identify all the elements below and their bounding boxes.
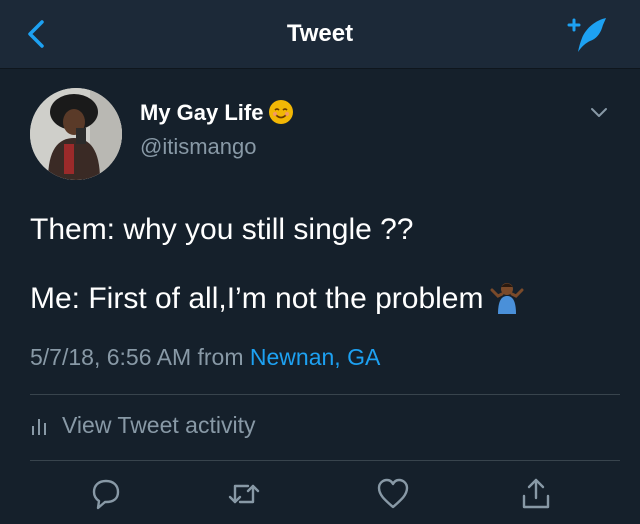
- tweet-text-line: Me: First of all,I’m not the problem: [30, 280, 524, 316]
- divider: [30, 394, 620, 395]
- page-title: Tweet: [286, 20, 354, 47]
- author-handle[interactable]: @itismango: [140, 134, 257, 160]
- view-tweet-activity-label: View Tweet activity: [62, 412, 256, 438]
- compose-tweet-icon[interactable]: [566, 14, 612, 56]
- tweet-text-line-content: Me: First of all,I’m not the problem: [30, 282, 484, 315]
- avatar-photo: [30, 88, 122, 180]
- bar-chart-icon: [32, 419, 46, 435]
- divider: [30, 460, 620, 461]
- avatar[interactable]: [30, 88, 122, 180]
- retweet-icon[interactable]: [226, 476, 262, 512]
- tweet-location-link[interactable]: Newnan, GA: [250, 344, 380, 370]
- tweet-timestamp: 5/7/18, 6:56 AM from: [30, 344, 244, 370]
- author-display-name[interactable]: My Gay Life: [140, 100, 294, 126]
- reply-icon[interactable]: [88, 476, 124, 512]
- like-icon[interactable]: [375, 476, 411, 512]
- top-navigation-bar: Tweet: [0, 0, 640, 69]
- tweet-metadata: 5/7/18, 6:56 AM from Newnan, GA: [30, 344, 380, 371]
- tweet-text-line: Them: why you still single ??: [30, 213, 414, 246]
- display-name-text: My Gay Life: [140, 100, 264, 125]
- share-icon[interactable]: [518, 476, 554, 512]
- smiling-face-emoji-icon: [269, 100, 294, 124]
- chevron-down-icon[interactable]: [590, 106, 608, 120]
- view-tweet-activity-link[interactable]: View Tweet activity: [30, 412, 255, 439]
- person-shrugging-emoji-icon: [490, 283, 523, 314]
